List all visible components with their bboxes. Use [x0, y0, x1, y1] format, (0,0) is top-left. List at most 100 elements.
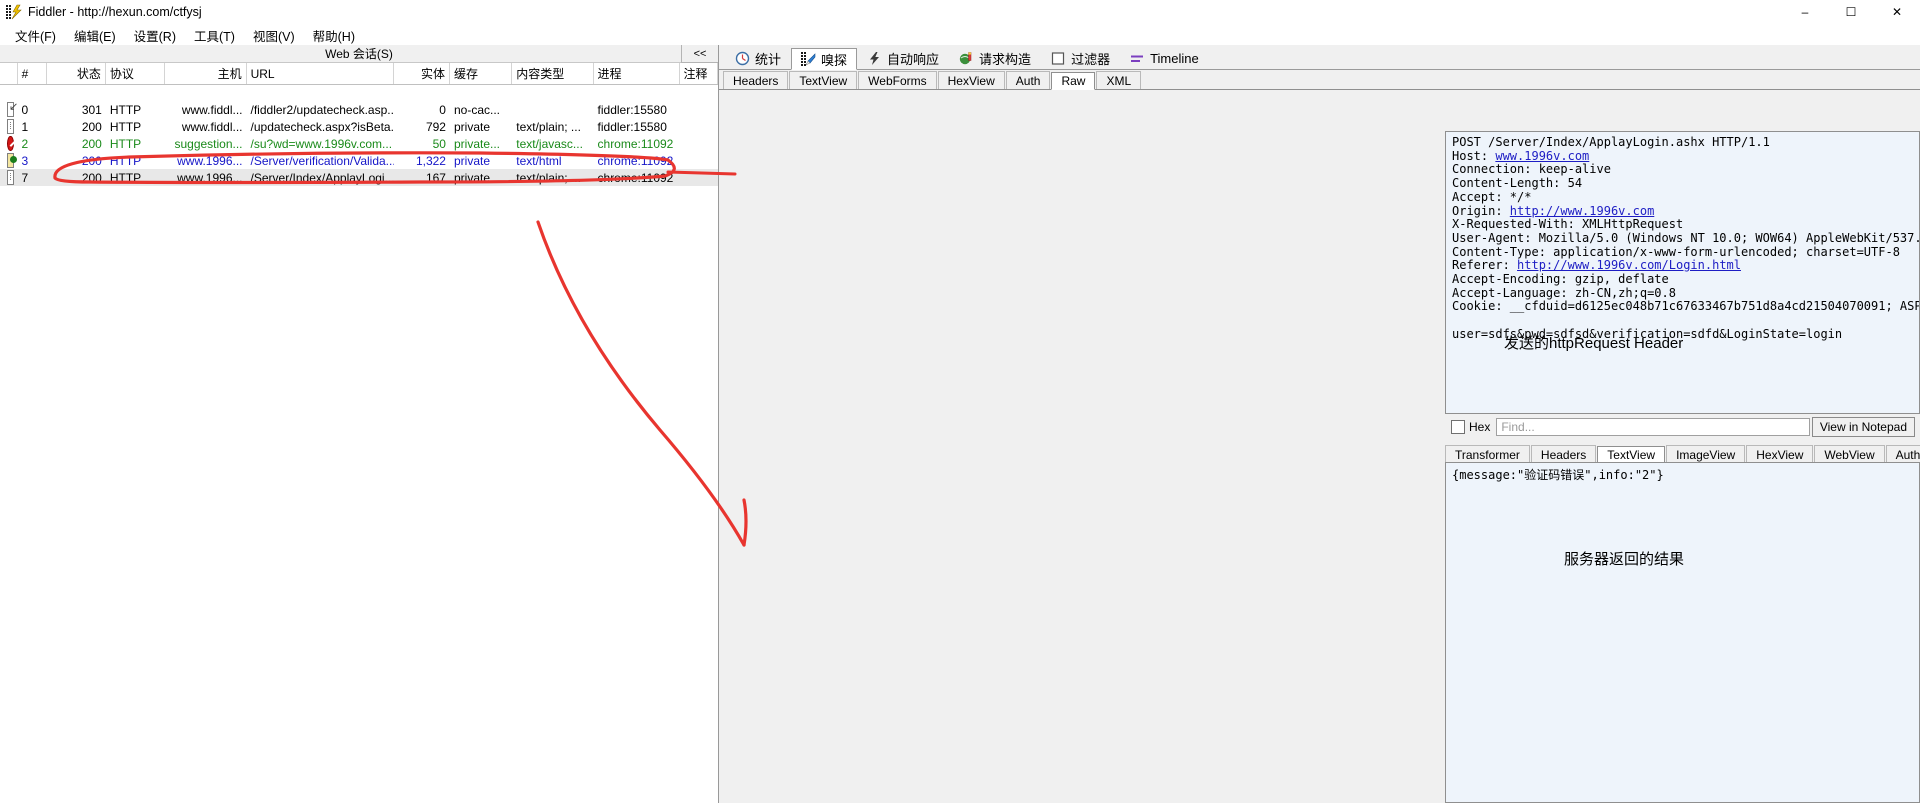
cell-num: 3: [21, 153, 29, 168]
response-tab-auth[interactable]: Auth: [1885, 445, 1920, 463]
menu-file[interactable]: 文件(F): [6, 24, 65, 47]
table-row[interactable]: 2 200 HTTP suggestion... /su?wd=www.1996…: [0, 135, 718, 152]
tab-filters[interactable]: 过滤器: [1041, 47, 1121, 69]
tab-autoresponder[interactable]: 自动响应: [857, 47, 950, 69]
cell-protocol: HTTP: [109, 102, 142, 117]
column-header-url[interactable]: URL: [247, 63, 395, 84]
menu-edit[interactable]: 编辑(E): [65, 24, 125, 47]
header-host-value[interactable]: www.1996v.com: [1495, 149, 1589, 163]
header-referer-name: Referer:: [1452, 258, 1518, 273]
cell-process: fiddler:15580: [597, 102, 667, 117]
column-header-content-type[interactable]: 内容类型: [512, 63, 594, 84]
response-textview[interactable]: {message:"验证码错误",info:"2"} 服务器返回的结果: [1445, 462, 1920, 803]
response-inspector-tabs: Transformer Headers TextView ImageView H…: [1445, 443, 1920, 464]
response-tab-webview[interactable]: WebView: [1814, 445, 1885, 463]
request-tab-headers[interactable]: Headers: [723, 71, 789, 89]
cell-cache: no-cac...: [453, 102, 501, 117]
menu-help[interactable]: 帮助(H): [304, 24, 364, 47]
header-accept-encoding: Accept-Encoding: gzip, deflate: [1452, 272, 1669, 287]
column-header-body[interactable]: 实体: [394, 63, 450, 84]
tab-inspectors[interactable]: 嗅探: [791, 48, 858, 70]
header-referer-value[interactable]: http://www.1996v.com/Login.html: [1517, 258, 1741, 272]
request-tab-webforms[interactable]: WebForms: [858, 71, 937, 89]
close-button[interactable]: ✕: [1874, 0, 1920, 24]
sessions-grid-body[interactable]: 0 301 HTTP www.fiddl... /fiddler2/update…: [0, 101, 718, 803]
cell-num: 2: [21, 136, 29, 151]
sessions-grid-header: # 状态 协议 主机 URL 实体 缓存 内容类型 进程 注释: [0, 63, 718, 85]
cell-host: www.fiddl...: [181, 102, 243, 117]
response-tab-hexview[interactable]: HexView: [1746, 445, 1814, 463]
response-body-text: {message:"验证码错误",info:"2"}: [1452, 468, 1664, 482]
cell-content-type: text/javasc...: [516, 136, 583, 151]
timeline-icon: [1130, 51, 1145, 66]
header-origin-value[interactable]: http://www.1996v.com: [1510, 204, 1655, 218]
menu-settings[interactable]: 设置(R): [125, 24, 185, 47]
inspector-top-tabs: 统计 嗅探 自动响应 请求构造 过滤器 Timeline: [719, 45, 1920, 70]
table-row[interactable]: 3 200 HTTP www.1996... /Server/verificat…: [0, 152, 718, 169]
view-in-notepad-button[interactable]: View in Notepad: [1811, 417, 1915, 437]
cell-comment: [680, 169, 718, 186]
column-header-protocol[interactable]: 协议: [106, 63, 166, 84]
inspectors-icon: [801, 51, 816, 67]
maximize-button[interactable]: ☐: [1828, 0, 1874, 24]
cell-num: 1: [21, 119, 29, 134]
response-tab-transformer[interactable]: Transformer: [1445, 445, 1530, 463]
header-accept-language: Accept-Language: zh-CN,zh;q=0.8: [1452, 285, 1676, 300]
cell-url: /su?wd=www.1996v.com...: [250, 136, 393, 151]
menu-tools[interactable]: 工具(T): [185, 24, 244, 47]
request-tab-raw[interactable]: Raw: [1051, 72, 1096, 90]
arrow-redirect-icon: [7, 101, 17, 117]
tab-timeline[interactable]: Timeline: [1120, 47, 1209, 69]
table-row[interactable]: 7 200 HTTP www.1996... /Server/Index/App…: [0, 169, 718, 186]
cell-url: /Server/Index/ApplayLogi...: [250, 170, 395, 185]
document-icon: [7, 170, 14, 185]
hex-checkbox-group[interactable]: Hex: [1445, 420, 1496, 434]
find-input[interactable]: Find...: [1496, 418, 1810, 436]
fiddler-icon: [6, 4, 22, 20]
hex-checkbox[interactable]: [1451, 420, 1465, 434]
window-title: Fiddler - http://hexun.com/ctfysj: [28, 5, 202, 19]
hex-label: Hex: [1469, 420, 1491, 434]
cell-host: www.1996...: [177, 153, 243, 168]
cell-comment: [680, 135, 718, 152]
column-header-host[interactable]: 主机: [165, 63, 247, 84]
column-header-cache[interactable]: 缓存: [450, 63, 513, 84]
column-header-comment[interactable]: 注释: [680, 63, 718, 84]
table-row[interactable]: 1 200 HTTP www.fiddl... /updatecheck.asp…: [0, 118, 718, 135]
autoresponder-icon: [867, 51, 882, 66]
image-icon: [7, 153, 17, 168]
tab-composer[interactable]: 请求构造: [949, 47, 1042, 69]
menu-bar: 文件(F) 编辑(E) 设置(R) 工具(T) 视图(V) 帮助(H): [0, 25, 1920, 46]
menu-view[interactable]: 视图(V): [244, 24, 304, 47]
collapse-sessions-button[interactable]: <<: [681, 45, 718, 63]
request-note-annotation: 发送的httpRequest Header: [1504, 335, 1684, 352]
request-tab-textview[interactable]: TextView: [789, 71, 858, 89]
cell-content-type: text/plain; ...: [516, 170, 581, 185]
cell-content-type: text/plain; ...: [516, 119, 581, 134]
column-header-status[interactable]: 状态: [47, 63, 106, 84]
column-header-process[interactable]: 进程: [594, 63, 680, 84]
request-tab-hexview[interactable]: HexView: [937, 71, 1005, 89]
response-tab-imageview[interactable]: ImageView: [1666, 445, 1746, 463]
cell-process: fiddler:15580: [597, 119, 667, 134]
tab-statistics[interactable]: 统计: [725, 47, 792, 69]
header-cookie: Cookie: __cfduid=d6125ec048b71c67633467b…: [1452, 299, 1919, 314]
response-tab-headers[interactable]: Headers: [1530, 445, 1597, 463]
column-header-num[interactable]: #: [18, 63, 47, 84]
header-user-agent: User-Agent: Mozilla/5.0 (Windows NT 10.0…: [1452, 230, 1919, 245]
cell-num: 0: [21, 102, 29, 117]
cell-status: 200: [81, 170, 102, 185]
request-raw-view[interactable]: POST /Server/Index/ApplayLogin.ashx HTTP…: [1445, 131, 1920, 414]
response-note-annotation: 服务器返回的结果: [1564, 551, 1685, 568]
cell-protocol: HTTP: [109, 170, 142, 185]
cell-status: 200: [81, 119, 102, 134]
minimize-button[interactable]: –: [1782, 0, 1828, 24]
request-raw-text: POST /Server/Index/ApplayLogin.ashx HTTP…: [1446, 132, 1919, 342]
request-tab-auth[interactable]: Auth: [1005, 71, 1051, 89]
window-controls: – ☐ ✕: [1782, 0, 1920, 24]
cell-body: 50: [432, 136, 446, 151]
column-header-icon[interactable]: [0, 63, 18, 84]
table-row[interactable]: 0 301 HTTP www.fiddl... /fiddler2/update…: [0, 101, 718, 118]
cell-comment: [680, 118, 718, 135]
request-tab-xml[interactable]: XML: [1096, 71, 1142, 89]
